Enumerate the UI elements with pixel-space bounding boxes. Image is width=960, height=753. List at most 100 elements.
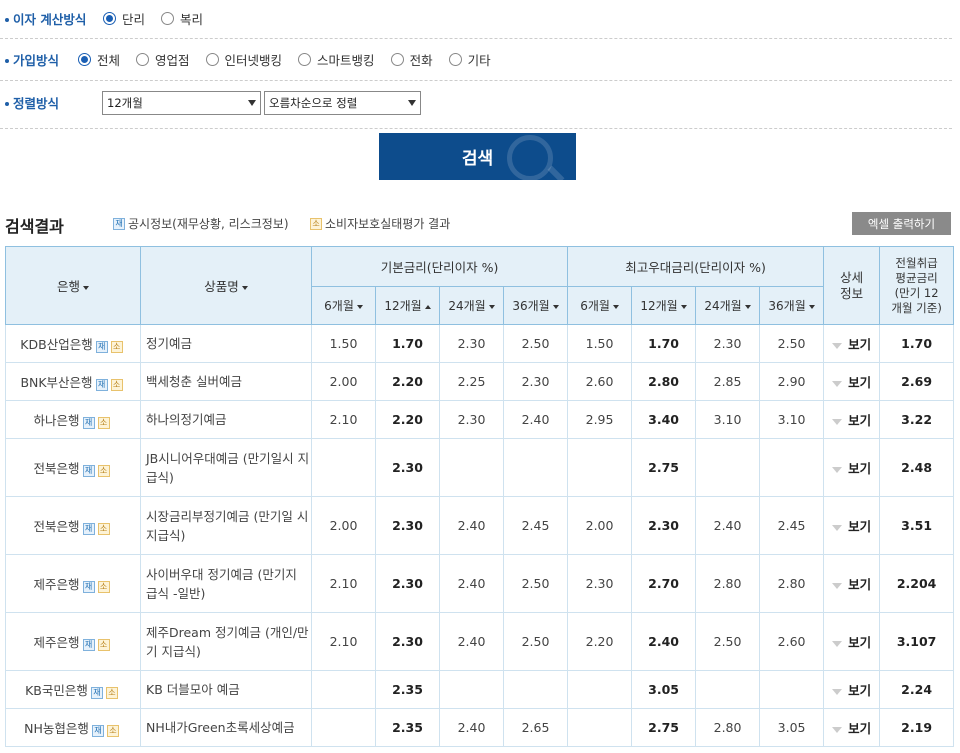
- consumer-badge-icon[interactable]: 소: [106, 725, 119, 737]
- header-max-period-3[interactable]: 36개월: [759, 286, 825, 325]
- radio-simple-interest[interactable]: 단리: [103, 9, 145, 28]
- base-rate-cell: 2.10: [311, 554, 376, 613]
- base-rate-cell: 1.70: [375, 324, 440, 363]
- header-base-period-0[interactable]: 6개월: [311, 286, 376, 325]
- chevron-down-icon: [248, 100, 256, 106]
- consumer-badge-icon[interactable]: 소: [110, 341, 123, 353]
- detail-view-button[interactable]: 보기: [823, 438, 881, 497]
- product-name-cell[interactable]: JB시니어우대예금 (만기일시 지급식): [140, 438, 312, 497]
- radio-circle[interactable]: [390, 52, 404, 66]
- detail-view-button[interactable]: 보기: [823, 612, 881, 671]
- order-select[interactable]: 오름차순으로 정렬: [264, 91, 421, 115]
- excel-export-button[interactable]: 엑셀 출력하기: [852, 212, 951, 235]
- product-name-cell[interactable]: KB 더블모아 예금: [140, 670, 312, 709]
- consumer-badge-icon[interactable]: 소: [97, 581, 110, 593]
- product-name-cell[interactable]: 제주Dream 정기예금 (개인/만 기 지급식): [140, 612, 312, 671]
- sort-down-icon: [808, 304, 815, 309]
- base-rate-cell: 2.30: [375, 612, 440, 671]
- bank-cell: BNK부산은행 재 소: [5, 362, 141, 401]
- base-rate-cell: [311, 438, 376, 497]
- header-base-period-3[interactable]: 36개월: [502, 286, 569, 325]
- header-base-period-1[interactable]: 12개월: [375, 286, 440, 325]
- radio-all[interactable]: 전체: [78, 50, 120, 69]
- table-row: NH농협은행 재 소 NH내가Green초록세상예금 2.35 2.40 2.65 2.75 2…: [5, 708, 955, 747]
- max-rate-cell: 2.75: [631, 708, 697, 747]
- max-rate-cell: [567, 708, 633, 747]
- consumer-badge-icon[interactable]: 소: [97, 523, 110, 535]
- search-button[interactable]: 검색: [379, 133, 576, 180]
- consumer-badge-icon[interactable]: 소: [105, 687, 118, 699]
- chevron-down-icon: [832, 582, 843, 589]
- disclosure-badge-icon[interactable]: 재: [82, 639, 95, 651]
- radio-internet-banking[interactable]: 인터넷뱅킹: [205, 50, 282, 69]
- header-max-period-0[interactable]: 6개월: [567, 286, 633, 325]
- max-rate-cell: [567, 670, 633, 709]
- product-name-cell[interactable]: NH내가Green초록세상예금: [140, 708, 312, 747]
- radio-circle[interactable]: [78, 52, 91, 66]
- detail-view-button[interactable]: 보기: [823, 670, 881, 709]
- header-product[interactable]: 상품명: [140, 246, 312, 325]
- base-rate-cell: 2.40: [439, 708, 504, 747]
- max-rate-cell: 3.10: [695, 400, 761, 439]
- radio-circle[interactable]: [161, 11, 175, 25]
- consumer-badge-icon[interactable]: 소: [97, 417, 110, 429]
- header-base-period-2[interactable]: 24개월: [439, 286, 504, 325]
- radio-branch[interactable]: 영업점: [136, 50, 190, 69]
- consumer-badge-icon[interactable]: 소: [97, 639, 110, 651]
- disclosure-badge-icon[interactable]: 재: [91, 725, 104, 737]
- disclosure-badge-icon[interactable]: 재: [90, 687, 103, 699]
- product-name-cell[interactable]: 하나의정기예금: [140, 400, 312, 439]
- detail-view-button[interactable]: 보기: [823, 708, 881, 747]
- detail-view-button[interactable]: 보기: [823, 324, 881, 363]
- avg-rate-cell: 2.69: [879, 362, 955, 401]
- detail-view-button[interactable]: 보기: [823, 496, 881, 555]
- max-rate-cell: 3.10: [759, 400, 825, 439]
- radio-phone[interactable]: 전화: [390, 50, 433, 69]
- chevron-down-icon: [832, 688, 843, 695]
- detail-view-button[interactable]: 보기: [823, 554, 881, 613]
- disclosure-badge-icon[interactable]: 재: [82, 417, 95, 429]
- product-name-cell[interactable]: 백세청춘 실버예금: [140, 362, 312, 401]
- consumer-badge-icon[interactable]: 소: [110, 379, 123, 391]
- table-row: 전북은행 재 소 시장금리부정기예금 (만기일 시지급식) 2.00 2.30 2.40 2.…: [5, 496, 955, 555]
- max-rate-cell: 2.30: [695, 324, 761, 363]
- disclosure-badge-icon[interactable]: 재: [82, 465, 95, 477]
- avg-rate-cell: 2.19: [879, 708, 955, 747]
- max-rate-cell: 2.40: [631, 612, 697, 671]
- header-max-rate: 최고우대금리(단리이자 %): [567, 246, 825, 287]
- base-rate-cell: 2.00: [311, 496, 376, 555]
- consumer-badge-icon[interactable]: 소: [97, 465, 110, 477]
- base-rate-cell: 2.40: [439, 496, 504, 555]
- max-rate-cell: 2.30: [567, 554, 633, 613]
- disclosure-badge-icon[interactable]: 재: [95, 341, 108, 353]
- header-max-period-2[interactable]: 24개월: [695, 286, 761, 325]
- radio-other[interactable]: 기타: [448, 50, 491, 69]
- period-select[interactable]: 12개월: [102, 91, 261, 115]
- header-max-period-1[interactable]: 12개월: [631, 286, 697, 325]
- max-rate-cell: 2.80: [695, 554, 761, 613]
- sort-down-icon: [552, 304, 559, 309]
- max-rate-cell: 1.70: [631, 324, 697, 363]
- product-name-cell[interactable]: 시장금리부정기예금 (만기일 시지급식): [140, 496, 312, 555]
- disclosure-badge-icon[interactable]: 재: [95, 379, 108, 391]
- max-rate-cell: 2.80: [631, 362, 697, 401]
- product-name-cell[interactable]: 사이버우대 정기예금 (만기지 급식 -일반): [140, 554, 312, 613]
- detail-view-button[interactable]: 보기: [823, 400, 881, 439]
- product-name-cell[interactable]: 정기예금: [140, 324, 312, 363]
- avg-rate-cell: 1.70: [879, 324, 955, 363]
- radio-smart-banking[interactable]: 스마트뱅킹: [298, 50, 375, 69]
- header-bank[interactable]: 은행: [5, 246, 141, 325]
- join-method-row: 가입방식 전체 영업점 인터넷뱅킹 스마트뱅킹 전화 기타: [0, 40, 952, 78]
- chevron-down-icon: [832, 380, 843, 387]
- radio-circle[interactable]: [205, 52, 219, 66]
- radio-circle[interactable]: [136, 52, 150, 66]
- max-rate-cell: [567, 438, 633, 497]
- radio-compound-interest[interactable]: 복리: [161, 9, 203, 28]
- radio-circle[interactable]: [298, 52, 312, 66]
- radio-circle[interactable]: [448, 52, 462, 66]
- detail-view-button[interactable]: 보기: [823, 362, 881, 401]
- disclosure-badge-icon[interactable]: 재: [82, 523, 95, 535]
- max-rate-cell: 2.85: [695, 362, 761, 401]
- radio-circle[interactable]: [103, 11, 116, 25]
- disclosure-badge-icon[interactable]: 재: [82, 581, 95, 593]
